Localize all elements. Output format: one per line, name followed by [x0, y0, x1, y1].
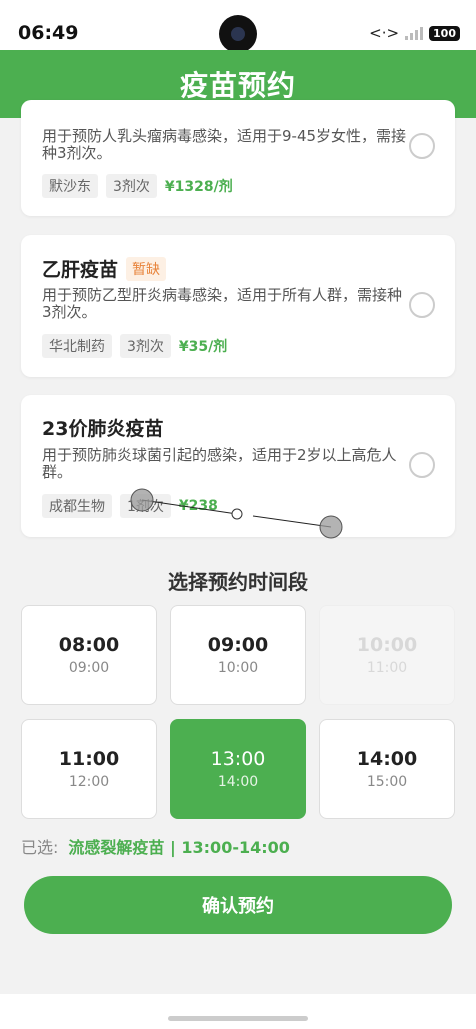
status-time: 06:49 — [18, 22, 79, 44]
slot-start: 09:00 — [207, 634, 269, 656]
selection-label: 已选: — [21, 838, 59, 857]
slot-end: 11:00 — [366, 660, 408, 676]
vaccine-desc: 用于预防乙型肝炎病毒感染，适用于所有人群，需接种3剂次。 — [42, 286, 403, 321]
vaccine-tags: 默沙东 3剂次 ¥1328/剂 — [42, 174, 233, 198]
slot-start: 11:00 — [58, 748, 120, 770]
vaccine-radio[interactable] — [409, 133, 435, 159]
time-section-title: 选择预约时间段 — [168, 570, 308, 594]
vaccine-title: 23价肺炎疫苗 — [42, 414, 163, 441]
vaccine-radio[interactable] — [409, 452, 435, 478]
time-slot-0900[interactable]: 09:00 10:00 — [170, 605, 306, 705]
vaccine-name: 23价肺炎疫苗 — [42, 418, 164, 440]
vaccine-name: 乙肝疫苗 — [42, 259, 119, 281]
home-indicator[interactable] — [168, 1016, 308, 1021]
doses-tag: 1剂次 — [120, 494, 171, 518]
slot-end: 10:00 — [217, 660, 259, 676]
vaccine-card-pneumonia[interactable]: 23价肺炎疫苗 用于预防肺炎球菌引起的感染，适用于2岁以上高危人群。 成都生物 … — [21, 395, 455, 537]
slot-start: 10:00 — [356, 634, 418, 656]
time-slot-1400[interactable]: 14:00 15:00 — [319, 719, 455, 819]
confirm-booking-button[interactable]: 确认预约 — [24, 876, 452, 934]
out-of-stock-badge: 暂缺 — [126, 256, 167, 281]
slot-end: 15:00 — [366, 774, 408, 790]
doses-tag: 3剂次 — [120, 334, 171, 358]
battery-icon: 100 — [429, 25, 460, 41]
vaccine-title: 乙肝疫苗 暂缺 — [42, 255, 167, 282]
selection-value: 流感裂解疫苗 | 13:00-14:00 — [68, 838, 290, 857]
time-slot-1300[interactable]: 13:00 14:00 — [170, 719, 306, 819]
maker-tag: 华北制药 — [42, 334, 112, 358]
vaccine-card-hpv[interactable]: 用于预防人乳头瘤病毒感染，适用于9-45岁女性，需接种3剂次。 默沙东 3剂次 … — [21, 100, 455, 216]
time-slot-1100[interactable]: 11:00 12:00 — [21, 719, 157, 819]
slot-start: 08:00 — [58, 634, 120, 656]
front-camera — [219, 15, 257, 53]
slot-start: 13:00 — [210, 748, 266, 770]
vaccine-desc: 用于预防人乳头瘤病毒感染，适用于9-45岁女性，需接种3剂次。 — [42, 127, 407, 162]
bottom-bar — [0, 994, 476, 1029]
status-bar: 06:49 <·> 100 — [0, 0, 476, 53]
slot-start: 14:00 — [356, 748, 418, 770]
signal-icon — [405, 26, 424, 40]
page-title: 疫苗预约 — [179, 69, 296, 102]
network-icon: <·> — [369, 24, 400, 42]
doses-tag: 3剂次 — [106, 174, 157, 198]
vaccine-tags: 成都生物 1剂次 ¥238 — [42, 494, 218, 518]
price-label: ¥238 — [178, 498, 218, 514]
slot-end: 14:00 — [217, 774, 259, 790]
status-icons: <·> 100 — [369, 24, 460, 42]
time-slot-1000: 10:00 11:00 — [319, 605, 455, 705]
vaccine-card-hepatitis-b[interactable]: 乙肝疫苗 暂缺 用于预防乙型肝炎病毒感染，适用于所有人群，需接种3剂次。 华北制… — [21, 235, 455, 377]
vaccine-desc: 用于预防肺炎球菌引起的感染，适用于2岁以上高危人群。 — [42, 446, 397, 481]
selection-summary: 已选: 流感裂解疫苗 | 13:00-14:00 — [21, 834, 290, 858]
maker-tag: 默沙东 — [42, 174, 98, 198]
maker-tag: 成都生物 — [42, 494, 112, 518]
slot-end: 09:00 — [68, 660, 110, 676]
slot-end: 12:00 — [68, 774, 110, 790]
price-label: ¥35/剂 — [178, 339, 228, 355]
time-slot-0800[interactable]: 08:00 09:00 — [21, 605, 157, 705]
price-label: ¥1328/剂 — [164, 179, 233, 195]
vaccine-tags: 华北制药 3剂次 ¥35/剂 — [42, 334, 227, 358]
vaccine-radio[interactable] — [409, 292, 435, 318]
